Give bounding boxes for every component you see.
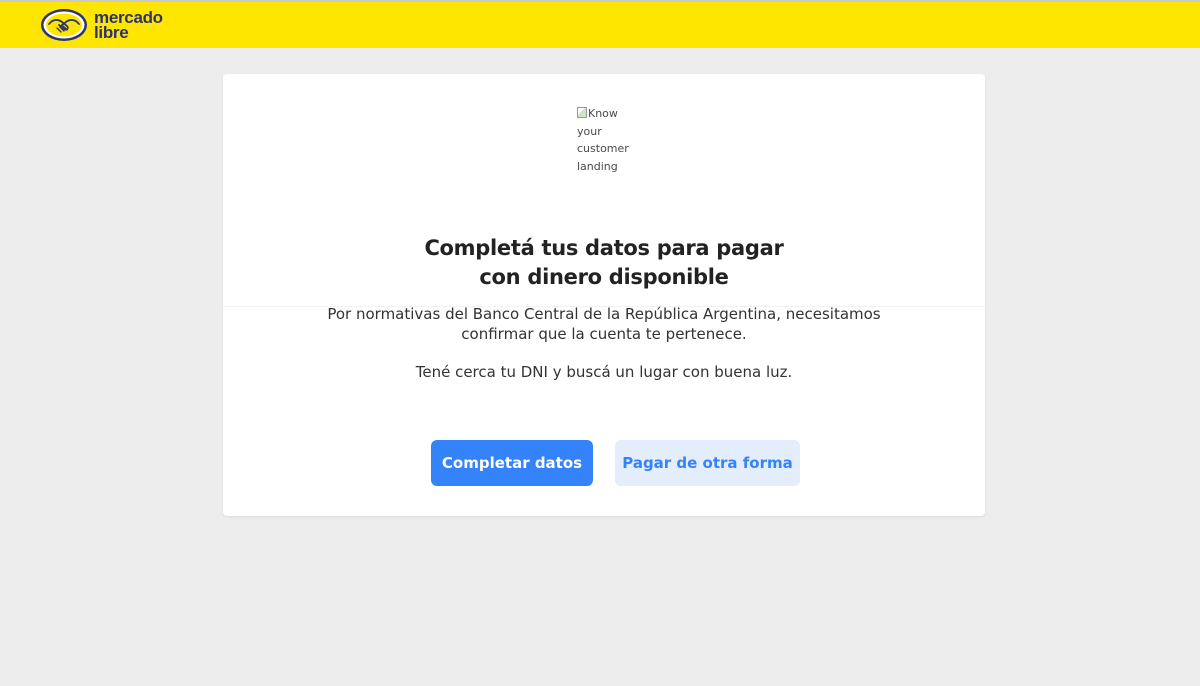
image-alt-line-1: Know: [588, 107, 618, 120]
description: Por normativas del Banco Central de la R…: [223, 304, 985, 344]
image-alt-line-4: landing: [577, 159, 618, 173]
description-line-1: Por normativas del Banco Central de la R…: [327, 305, 881, 323]
logo-wordmark: mercado libre: [94, 9, 163, 42]
image-alt-line-2: your: [577, 124, 602, 138]
page-title: Completá tus datos para pagar con dinero…: [223, 234, 985, 292]
mercado-libre-logo[interactable]: mercado libre: [40, 7, 180, 43]
title-line-1: Completá tus datos para pagar: [424, 236, 784, 260]
hint-text: Tené cerca tu DNI y buscá un lugar con b…: [415, 363, 793, 381]
logo-line-2: libre: [94, 23, 129, 42]
kyc-card: Know your customer landing Completá tus …: [223, 74, 985, 516]
header-bar: mercado libre: [0, 2, 1200, 48]
description-line-2: confirmar que la cuenta te pertenece.: [461, 325, 747, 343]
handshake-icon: [41, 9, 87, 41]
title-line-2: con dinero disponible: [479, 265, 729, 289]
know-your-customer-image: Know your customer landing: [577, 105, 637, 175]
complete-data-button[interactable]: Completar datos: [431, 440, 593, 486]
pay-another-way-button[interactable]: Pagar de otra forma: [615, 440, 800, 486]
image-alt-line-3: customer: [577, 142, 629, 155]
broken-image-icon: [577, 107, 587, 118]
